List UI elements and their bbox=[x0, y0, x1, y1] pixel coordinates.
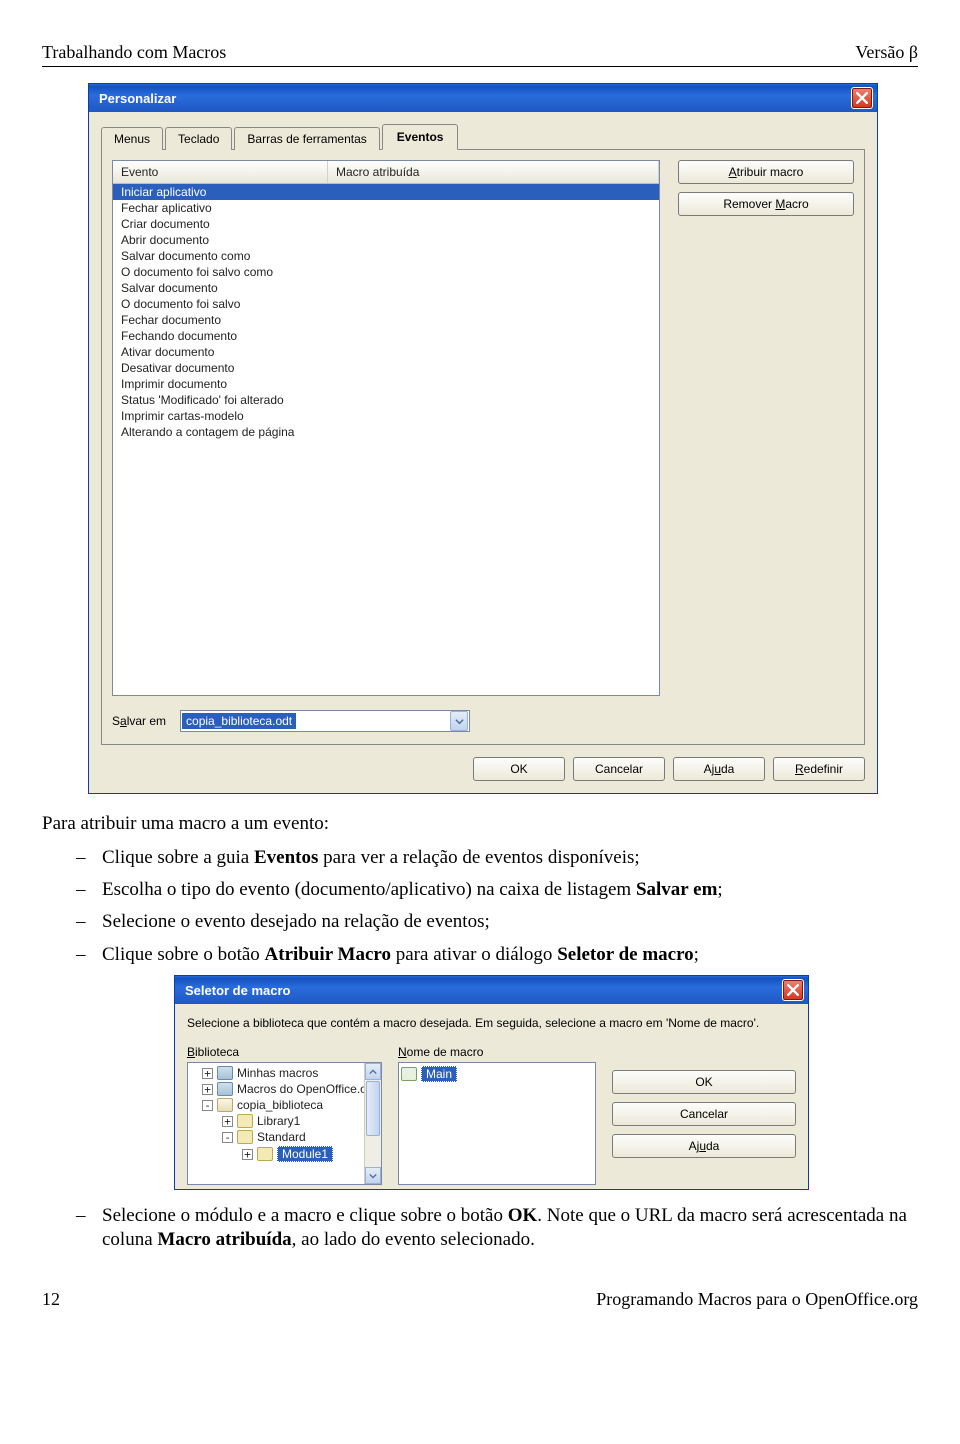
dialog-title: Seletor de macro bbox=[185, 983, 782, 998]
document-page: Trabalhando com Macros Versão β Personal… bbox=[0, 0, 960, 1334]
event-row[interactable]: Criar documento bbox=[113, 216, 659, 232]
event-row[interactable]: Salvar documento como bbox=[113, 248, 659, 264]
tab-teclado[interactable]: Teclado bbox=[165, 127, 232, 150]
expander-plus-icon[interactable]: + bbox=[222, 1116, 233, 1127]
library-icon bbox=[217, 1082, 233, 1096]
document-icon bbox=[217, 1098, 233, 1112]
ok-button[interactable]: OK bbox=[612, 1070, 796, 1094]
events-list[interactable]: Evento Macro atribuída Iniciar aplicativ… bbox=[112, 160, 660, 696]
event-row[interactable]: O documento foi salvo bbox=[113, 296, 659, 312]
list-item: Escolha o tipo do evento (documento/apli… bbox=[76, 878, 918, 902]
scroll-up-icon[interactable] bbox=[365, 1063, 381, 1080]
event-row[interactable]: Desativar documento bbox=[113, 360, 659, 376]
event-row[interactable]: Status 'Modificado' foi alterado bbox=[113, 392, 659, 408]
save-in-select[interactable]: copia_biblioteca.odt bbox=[180, 710, 470, 732]
macro-item-main[interactable]: Main bbox=[401, 1065, 593, 1083]
event-row[interactable]: Iniciar aplicativo bbox=[113, 184, 659, 200]
list-item: Selecione o módulo e a macro e clique so… bbox=[76, 1204, 918, 1253]
save-in-row: Salvar em copia_biblioteca.odt bbox=[112, 710, 854, 732]
scroll-thumb[interactable] bbox=[366, 1081, 380, 1136]
expander-minus-icon[interactable]: - bbox=[202, 1100, 213, 1111]
personalize-dialog: Personalizar Menus Teclado Barras de fer… bbox=[88, 83, 878, 794]
footer-right: Programando Macros para o OpenOffice.org bbox=[596, 1289, 918, 1310]
ok-button[interactable]: OK bbox=[473, 757, 565, 781]
macro-selector-desc: Selecione a biblioteca que contém a macr… bbox=[187, 1016, 796, 1031]
col-macro[interactable]: Macro atribuída bbox=[328, 161, 659, 183]
event-row[interactable]: Imprimir cartas-modelo bbox=[113, 408, 659, 424]
expander-plus-icon[interactable]: + bbox=[202, 1084, 213, 1095]
macro-name-label: Nome de macro bbox=[398, 1045, 596, 1059]
close-icon[interactable] bbox=[851, 87, 873, 109]
reset-button[interactable]: Redefinir bbox=[773, 757, 865, 781]
macro-name-list[interactable]: Main bbox=[398, 1062, 596, 1185]
page-number: 12 bbox=[42, 1289, 60, 1310]
expander-minus-icon[interactable]: - bbox=[222, 1132, 233, 1143]
save-in-value: copia_biblioteca.odt bbox=[182, 713, 296, 729]
tree-item-minhas[interactable]: +Minhas macros bbox=[190, 1065, 379, 1081]
event-row[interactable]: Abrir documento bbox=[113, 232, 659, 248]
save-in-label: Salvar em bbox=[112, 714, 166, 728]
cancel-button[interactable]: Cancelar bbox=[573, 757, 665, 781]
library-label: Biblioteca bbox=[187, 1045, 382, 1059]
help-button[interactable]: Ajuda bbox=[612, 1134, 796, 1158]
events-list-header: Evento Macro atribuída bbox=[113, 161, 659, 184]
scrollbar[interactable] bbox=[364, 1063, 381, 1184]
macro-selector-dialog: Seletor de macro Selecione a biblioteca … bbox=[174, 975, 809, 1190]
event-row[interactable]: Fechando documento bbox=[113, 328, 659, 344]
tree-item-module1[interactable]: +Module1 bbox=[190, 1145, 379, 1163]
close-icon[interactable] bbox=[782, 979, 804, 1001]
tab-panel-eventos: Evento Macro atribuída Iniciar aplicativ… bbox=[101, 150, 865, 745]
event-row[interactable]: Salvar documento bbox=[113, 280, 659, 296]
bullets-top: Clique sobre a guia Eventos para ver a r… bbox=[42, 846, 918, 967]
tree-item-standard[interactable]: -Standard bbox=[190, 1129, 379, 1145]
tree-item-library1[interactable]: +Library1 bbox=[190, 1113, 379, 1129]
module-icon bbox=[237, 1114, 253, 1128]
assign-macro-button[interactable]: Atribuir macro bbox=[678, 160, 854, 184]
list-item: Selecione o evento desejado na relação d… bbox=[76, 910, 918, 934]
buttons-spacer bbox=[612, 1045, 796, 1059]
help-button[interactable]: Ajuda bbox=[673, 757, 765, 781]
col-event[interactable]: Evento bbox=[113, 161, 328, 183]
tab-strip: Menus Teclado Barras de ferramentas Even… bbox=[101, 122, 865, 150]
tab-barras[interactable]: Barras de ferramentas bbox=[234, 127, 379, 150]
remove-macro-button[interactable]: Remover Macro bbox=[678, 192, 854, 216]
library-icon bbox=[217, 1066, 233, 1080]
module-icon bbox=[257, 1147, 273, 1161]
expander-plus-icon[interactable]: + bbox=[202, 1068, 213, 1079]
tree-item-oo[interactable]: +Macros do OpenOffice.o bbox=[190, 1081, 379, 1097]
cancel-button[interactable]: Cancelar bbox=[612, 1102, 796, 1126]
event-row[interactable]: Alterando a contagem de página bbox=[113, 424, 659, 440]
event-row[interactable]: O documento foi salvo como bbox=[113, 264, 659, 280]
tree-item-copia[interactable]: -copia_biblioteca bbox=[190, 1097, 379, 1113]
event-row[interactable]: Fechar documento bbox=[113, 312, 659, 328]
list-item: Clique sobre a guia Eventos para ver a r… bbox=[76, 846, 918, 870]
expander-plus-icon[interactable]: + bbox=[242, 1149, 253, 1160]
scroll-down-icon[interactable] bbox=[365, 1167, 381, 1184]
module-icon bbox=[237, 1130, 253, 1144]
header-left: Trabalhando com Macros bbox=[42, 42, 226, 63]
library-tree[interactable]: +Minhas macros +Macros do OpenOffice.o -… bbox=[187, 1062, 382, 1185]
tab-menus[interactable]: Menus bbox=[101, 127, 163, 150]
event-row[interactable]: Imprimir documento bbox=[113, 376, 659, 392]
intro-paragraph: Para atribuir uma macro a um evento: bbox=[42, 812, 918, 836]
macro-icon bbox=[401, 1067, 417, 1081]
bullets-bottom: Selecione o módulo e a macro e clique so… bbox=[42, 1204, 918, 1253]
page-header: Trabalhando com Macros Versão β bbox=[42, 42, 918, 63]
dialog-titlebar[interactable]: Seletor de macro bbox=[175, 976, 808, 1004]
event-row[interactable]: Fechar aplicativo bbox=[113, 200, 659, 216]
page-footer: 12 Programando Macros para o OpenOffice.… bbox=[42, 1289, 918, 1310]
chevron-down-icon[interactable] bbox=[450, 711, 468, 731]
event-row[interactable]: Ativar documento bbox=[113, 344, 659, 360]
list-item: Clique sobre o botão Atribuir Macro para… bbox=[76, 943, 918, 967]
header-right: Versão β bbox=[855, 42, 918, 63]
dialog-title: Personalizar bbox=[99, 91, 851, 106]
dialog-footer: OK Cancelar Ajuda Redefinir bbox=[101, 745, 865, 781]
tab-eventos[interactable]: Eventos bbox=[382, 124, 459, 150]
header-rule bbox=[42, 66, 918, 67]
dialog-titlebar[interactable]: Personalizar bbox=[89, 84, 877, 112]
